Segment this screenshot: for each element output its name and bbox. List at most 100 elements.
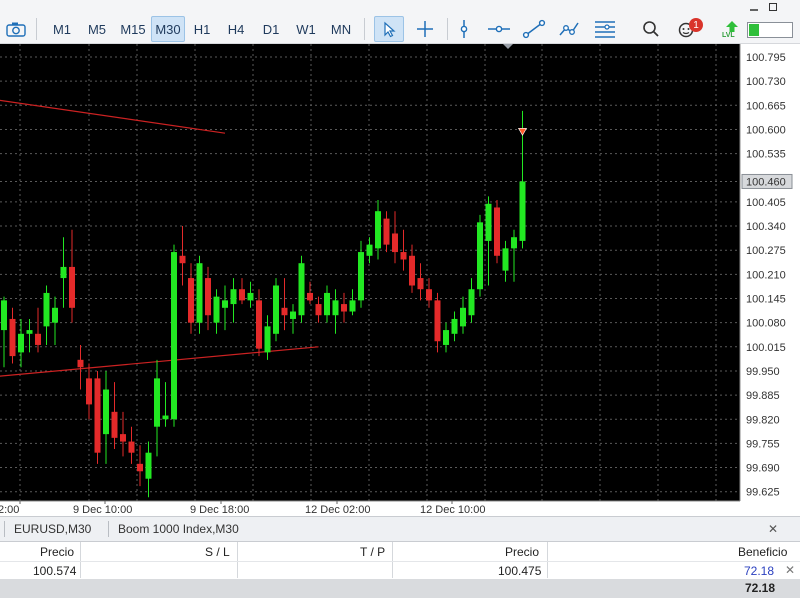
candle-body (196, 263, 203, 323)
positions-table: Precio S / L T / P Precio Beneficio 100.… (0, 542, 800, 600)
screenshot-camera-icon[interactable] (3, 16, 29, 42)
timeframe-d1[interactable]: D1 (257, 16, 285, 42)
candle-body (145, 452, 152, 479)
candle-body (315, 304, 322, 316)
candle-body (519, 181, 526, 241)
candle-body (298, 263, 305, 316)
chart-background (0, 44, 800, 516)
candle-body (324, 292, 330, 316)
candle-body (341, 304, 347, 312)
timeframe-label: M5 (87, 21, 107, 37)
candle-body (188, 278, 194, 323)
tab-eurusd-m30[interactable]: EURUSD,M30 (14, 522, 91, 536)
timeframe-label: W1 (296, 21, 316, 37)
candle-body (213, 296, 220, 323)
level-progress-fill (749, 24, 759, 36)
candle-body (434, 300, 441, 342)
timeframe-m15[interactable]: M15 (116, 16, 150, 42)
time-tick-label: 9 Dec 18:00 (190, 504, 249, 516)
candle-body (222, 300, 228, 308)
candle-body (154, 378, 160, 427)
candle-body (205, 278, 211, 316)
timeframe-h4[interactable]: H4 (222, 16, 250, 42)
column-header-profit[interactable]: Beneficio (738, 545, 787, 559)
timeframe-h1[interactable]: H1 (188, 16, 216, 42)
candlestick-chart-canvas[interactable]: 100.795 100.730 100.665 100.600 100.535 100.4… (0, 44, 800, 516)
candle-body (366, 244, 373, 256)
timeframe-m5[interactable]: M5 (82, 16, 112, 42)
close-icon[interactable]: ✕ (768, 522, 778, 536)
candle-body (103, 389, 109, 435)
price-tick-label: 99.950 (746, 366, 780, 378)
close-position-icon[interactable]: ✕ (785, 563, 795, 577)
toolbar-separator (36, 18, 37, 40)
vertical-line-icon[interactable] (451, 16, 477, 42)
candle-body (35, 333, 41, 345)
cell-open-price: 100.574 (33, 564, 77, 578)
candle-body (77, 359, 84, 368)
time-tick-label: 2:00 (0, 504, 19, 516)
toolbar-separator (364, 18, 365, 40)
candle-body (239, 289, 245, 301)
candle-body (264, 326, 271, 353)
column-header-current-price[interactable]: Precio (505, 545, 539, 559)
timeframe-m1[interactable]: M1 (47, 16, 77, 42)
search-icon[interactable] (638, 16, 664, 42)
current-price-label: 100.460 (746, 176, 786, 188)
timeframe-w1[interactable]: W1 (292, 16, 320, 42)
tab-separator (108, 521, 109, 537)
horizontal-line-icon[interactable] (485, 16, 513, 42)
polyline-icon[interactable] (555, 16, 583, 42)
tab-boom-1000-index-m30[interactable]: Boom 1000 Index,M30 (118, 522, 239, 536)
candle-body (477, 222, 483, 290)
candle-body (502, 248, 509, 271)
price-chart[interactable]: 100.795 100.730 100.665 100.600 100.535 100.4… (0, 44, 800, 516)
candle-body (468, 289, 475, 316)
candle-body (332, 300, 339, 316)
price-tick-label: 100.275 (746, 245, 786, 257)
price-tick-label: 99.820 (746, 414, 780, 426)
time-tick-label: 12 Dec 02:00 (305, 504, 370, 516)
minimize-icon[interactable] (746, 0, 762, 14)
timeframe-label: H4 (227, 21, 245, 37)
column-header-sl[interactable]: S / L (205, 545, 230, 559)
candle-body (120, 434, 126, 442)
column-header-open-price[interactable]: Precio (40, 545, 74, 559)
price-tick-label: 100.015 (746, 342, 786, 354)
timeframe-mn[interactable]: MN (326, 16, 356, 42)
price-tick-label: 100.340 (746, 221, 786, 233)
candle-body (383, 218, 390, 245)
trend-line-icon[interactable] (520, 16, 548, 42)
candle-body (451, 318, 458, 334)
candle-body (485, 203, 492, 241)
timeframe-m30[interactable]: M30 (151, 16, 185, 42)
candle-body (18, 333, 24, 353)
fibonacci-icon[interactable] (590, 16, 620, 42)
column-separator (237, 542, 238, 578)
price-tick-label: 100.535 (746, 149, 786, 161)
candle-body (9, 318, 16, 357)
notification-count-badge: 1 (689, 18, 703, 32)
candle-body (281, 307, 288, 316)
crosshair-icon[interactable] (410, 16, 440, 42)
time-tick-label: 9 Dec 10:00 (73, 504, 132, 516)
candle-body (409, 255, 415, 286)
candle-body (375, 211, 381, 249)
candle (494, 200, 500, 264)
timeframe-label: M15 (120, 21, 146, 37)
level-progress-bar (747, 22, 793, 38)
candle (298, 255, 305, 323)
toolbar-separator (447, 18, 448, 40)
price-tick-label: 100.080 (746, 318, 786, 330)
candle-body (171, 252, 177, 420)
restore-icon[interactable] (765, 0, 781, 14)
column-header-tp[interactable]: T / P (360, 545, 385, 559)
candle-body (511, 237, 517, 249)
price-tick-label: 100.795 (746, 52, 786, 64)
timeframe-label: MN (330, 21, 352, 37)
candle-body (460, 307, 466, 327)
chart-tabs: EURUSD,M30 Boom 1000 Index,M30 ✕ (0, 516, 800, 542)
candle-body (43, 292, 50, 327)
candle-body (94, 378, 101, 453)
cursor-arrow-icon[interactable] (374, 16, 404, 42)
